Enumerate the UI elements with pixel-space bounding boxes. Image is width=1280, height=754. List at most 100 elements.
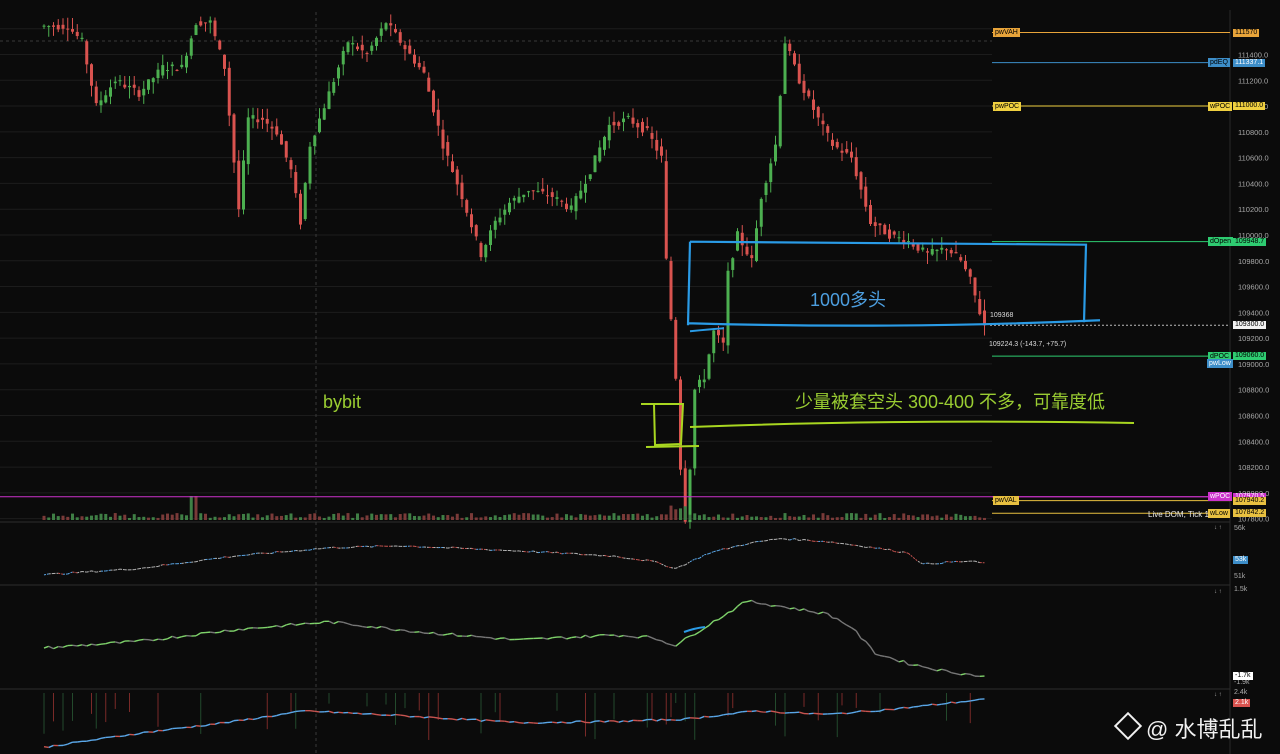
series-segment — [400, 629, 406, 632]
volume-bar — [641, 515, 644, 520]
candle-body — [631, 117, 635, 124]
level-tag-pdEQ: pdEQ — [1208, 58, 1230, 68]
candle-body — [299, 193, 302, 225]
volume-bar — [750, 516, 754, 520]
candle-body — [232, 114, 236, 163]
candle-body — [750, 255, 754, 259]
price-level-value: 107940.2 — [1233, 496, 1267, 505]
candle-body — [598, 147, 602, 162]
candle-body — [669, 261, 673, 320]
candle-body — [512, 198, 516, 201]
volume-bar — [332, 513, 336, 520]
series-segment — [305, 622, 311, 625]
volume-bar — [764, 517, 768, 520]
candle-body — [569, 205, 573, 210]
volume-bar — [788, 516, 792, 520]
candle-body — [80, 37, 84, 39]
volume-bar — [778, 517, 782, 520]
volume-bar — [270, 513, 274, 520]
candle-body — [622, 118, 625, 123]
series-segment — [518, 721, 524, 724]
candle-body — [878, 223, 882, 226]
volume-bar — [888, 517, 891, 520]
candle-body — [731, 258, 735, 270]
candle-body — [721, 337, 725, 343]
volume-bar — [845, 513, 849, 520]
volume-bar — [474, 517, 478, 520]
volume-bar — [346, 513, 350, 520]
volume-bar — [807, 517, 811, 520]
series-segment — [965, 700, 971, 703]
volume-bar — [493, 515, 497, 520]
volume-bar — [327, 516, 331, 520]
candle-body — [859, 172, 863, 190]
volume-bar — [712, 516, 716, 520]
candle-body — [436, 109, 440, 126]
series-segment — [974, 698, 980, 701]
volume-bar — [916, 517, 920, 520]
price-tick-label: 109000.0 — [1238, 360, 1269, 369]
candle-body — [375, 37, 378, 46]
candle-body — [256, 119, 260, 123]
volume-bar — [479, 517, 483, 520]
candle-body — [664, 161, 668, 259]
annotation-text: 1000多头 — [810, 290, 887, 310]
panel-current-value: -1.7k — [1233, 672, 1253, 680]
candle-body — [883, 224, 887, 235]
candle-body — [280, 134, 283, 145]
series-segment — [72, 644, 78, 647]
volume-bar — [451, 516, 454, 520]
series-segment — [309, 709, 315, 713]
candle-body — [332, 81, 336, 93]
volume-bar — [812, 514, 815, 520]
candle-body — [56, 24, 60, 30]
candle-body — [479, 243, 483, 258]
candle-body — [845, 149, 849, 153]
series-segment — [704, 715, 710, 718]
volume-bar — [61, 515, 65, 520]
volume-bar — [607, 515, 611, 520]
series-segment — [395, 629, 401, 632]
series-segment — [951, 701, 957, 704]
panel-tick-label: 1.5k — [1234, 586, 1248, 593]
volume-bar — [693, 513, 697, 520]
candle-body — [75, 31, 79, 37]
volume-bar — [408, 513, 412, 520]
candle-body — [693, 389, 697, 469]
candle-body — [641, 121, 644, 133]
volume-bar — [702, 514, 706, 520]
volume-bar — [142, 516, 146, 520]
candle-body — [973, 277, 977, 296]
volume-bar — [242, 513, 245, 520]
series-segment — [575, 636, 581, 639]
volume-bar — [584, 514, 587, 520]
volume-bar — [379, 514, 383, 520]
candle-body — [489, 230, 492, 246]
volume-bar — [47, 517, 51, 520]
volume-bar — [128, 517, 131, 520]
volume-bar — [389, 514, 393, 520]
volume-bar — [655, 516, 659, 520]
volume-bar — [541, 515, 545, 520]
candle-body — [688, 469, 692, 522]
annotation-text: bybit — [323, 392, 362, 412]
candle-body — [560, 200, 564, 202]
candle-body — [550, 192, 554, 197]
volume-bar — [964, 516, 967, 520]
series-segment — [623, 634, 629, 638]
series-segment — [91, 643, 97, 646]
price-tick-label: 109800.0 — [1238, 257, 1269, 266]
candle-body — [712, 330, 716, 354]
candle-body — [308, 146, 312, 184]
volume-bar — [417, 516, 421, 520]
candle-body — [455, 169, 459, 185]
volume-bar — [360, 517, 364, 520]
candle-body — [674, 319, 678, 379]
candle-body — [474, 225, 478, 237]
candle-body — [318, 118, 321, 133]
volume-bar — [394, 517, 397, 520]
series-segment — [556, 721, 562, 724]
live-dom-label: Live DOM, Tick 1 — [1148, 510, 1209, 519]
series-segment — [267, 626, 273, 629]
series-segment — [271, 714, 277, 718]
